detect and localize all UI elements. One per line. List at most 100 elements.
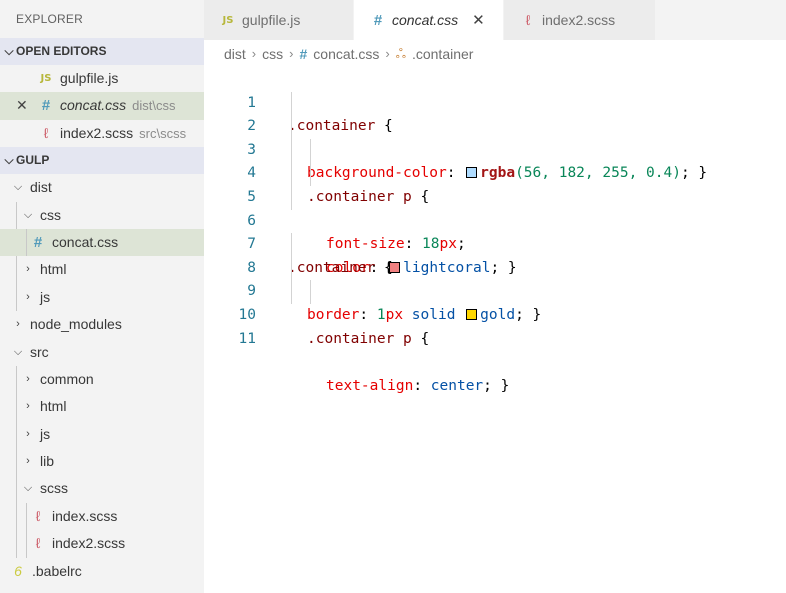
open-editor-name: gulpfile.js (60, 70, 119, 86)
chevron-down-icon: ⌵ (13, 181, 23, 194)
code-line: 11 (204, 304, 786, 347)
open-editor-path: src\scss (139, 125, 187, 141)
tree-label: common (40, 370, 94, 387)
line-number: 11 (238, 330, 256, 347)
tab-concat[interactable]: # concat.css ✕ (354, 0, 504, 40)
chevron-right-icon: › (26, 427, 30, 440)
scss-file-icon: ℓ (525, 12, 531, 28)
tree-label: js (40, 425, 51, 442)
indent-guide (16, 201, 17, 229)
tree-label: node_modules (30, 316, 122, 333)
breadcrumb-item[interactable]: dist (224, 40, 246, 68)
babel-file-icon: 6 (14, 562, 22, 579)
tree-file-babelrc[interactable]: 6 .babelrc (0, 558, 204, 585)
chevron-right-icon: › (26, 372, 30, 385)
tree-folder-dist[interactable]: ⌵ dist (0, 174, 204, 201)
code-line: 9 .container p { (204, 256, 786, 347)
open-editor-path: dist\css (132, 98, 176, 114)
css-file-icon: # (33, 233, 43, 251)
tab-label: concat.css (392, 12, 459, 28)
code-line: 4 font-size: 18px; (204, 138, 786, 252)
js-file-icon: JS (222, 14, 234, 26)
code-line: 1 .container { (204, 68, 786, 135)
tree-folder-js[interactable]: › js (0, 283, 204, 312)
breadcrumb-item[interactable]: .container (412, 40, 473, 68)
value: center (430, 377, 484, 394)
tree-label: scss (40, 480, 68, 497)
tree-folder-common[interactable]: › common (0, 365, 204, 394)
tree-folder-lib[interactable]: › lib (0, 448, 204, 476)
open-editor-name: concat.css (60, 97, 127, 114)
code-line: 5 color: lightcoral; } (204, 162, 786, 276)
code-editor[interactable]: dist › css › # concat.css › ஃ .container… (204, 40, 786, 593)
tree-folder-html[interactable]: › html (0, 256, 204, 284)
chevron-down-icon: ⌵ (13, 345, 23, 358)
tab-label: index2.scss (542, 12, 616, 28)
breadcrumb: dist › css › # concat.css › ஃ .container (204, 40, 786, 68)
selector-tag: p (394, 330, 412, 347)
indent-guide (16, 475, 17, 503)
chevron-right-icon: › (385, 46, 390, 61)
indent-guide (16, 530, 17, 558)
tab-index2[interactable]: ℓ index2.scss (504, 0, 656, 40)
chevron-down-icon: ⌵ (23, 482, 33, 495)
chevron-right-icon: › (289, 46, 294, 61)
scss-file-icon: ℓ (43, 124, 49, 141)
tree-file-index2-scss[interactable]: ℓ index2.scss (0, 530, 204, 558)
open-editor-concat[interactable]: ✕ # concat.css dist\css (0, 92, 204, 120)
code-line: 3 .container p { (204, 115, 786, 205)
punctuation: : (413, 377, 431, 394)
chevron-right-icon: › (26, 400, 30, 413)
js-file-icon: JS (40, 73, 52, 84)
tree-folder-src-html[interactable]: › html (0, 393, 204, 421)
tree-label: src (30, 343, 49, 360)
indent-guide (16, 283, 17, 312)
indent-guide (16, 420, 17, 449)
chevron-right-icon: › (251, 46, 257, 61)
chevron-right-icon: › (26, 263, 30, 276)
tree-label: lib (40, 453, 55, 470)
open-editors-header[interactable]: ⌵ OPEN EDITORS (0, 38, 204, 65)
punctuation: { (411, 330, 430, 347)
open-editor-gulpfile[interactable]: JS gulpfile.js (0, 65, 204, 92)
css-file-icon: # (373, 11, 383, 29)
tree-folder-css[interactable]: ⌵ css (0, 201, 204, 229)
tree-label: html (40, 261, 67, 278)
tree-folder-scss[interactable]: ⌵ scss (0, 475, 204, 503)
tree-label: js (40, 288, 51, 305)
explorer-title: EXPLORER (16, 12, 83, 26)
breadcrumb-item[interactable]: css (262, 40, 283, 68)
tree-file-concat[interactable]: # concat.css (0, 228, 204, 257)
tab-gulpfile[interactable]: JS gulpfile.js (204, 0, 354, 40)
chevron-down-icon: ⌵ (4, 44, 14, 58)
tree-label: css (40, 206, 61, 223)
code-line: 2 background-color: rgba(56, 182, 255, 0… (204, 91, 786, 181)
indent-guide (26, 228, 27, 257)
tree-folder-src-js[interactable]: › js (0, 420, 204, 449)
project-header[interactable]: ⌵ GULP (0, 147, 204, 175)
indent-guide (26, 530, 27, 558)
project-label: GULP (16, 153, 50, 168)
css-file-icon: # (41, 97, 51, 115)
chevron-right-icon: › (26, 290, 30, 303)
tree-folder-src[interactable]: ⌵ src (0, 339, 204, 366)
indent-guide (291, 138, 292, 163)
close-icon[interactable]: ✕ (472, 11, 485, 29)
open-editor-index2[interactable]: ℓ index2.scss src\scss (0, 120, 204, 147)
indent-guide (16, 448, 17, 476)
breadcrumb-item[interactable]: concat.css (313, 40, 379, 68)
scss-file-icon: ℓ (35, 507, 41, 524)
punctuation: ; } (483, 377, 510, 394)
close-icon[interactable]: ✕ (16, 92, 28, 119)
code-area[interactable]: 1 .container { 2 background-color: rgba(… (204, 68, 786, 394)
code-line: 7 .container { (204, 210, 786, 276)
tree-label: concat.css (52, 233, 119, 250)
indent-guide (16, 256, 17, 284)
indent-guide (291, 280, 292, 304)
tree-folder-node-modules[interactable]: › node_modules (0, 311, 204, 338)
tree-file-index-scss[interactable]: ℓ index.scss (0, 502, 204, 531)
tree-label: index.scss (52, 507, 118, 524)
indent-guide (310, 138, 311, 163)
chevron-down-icon: ⌵ (23, 208, 33, 221)
scss-file-icon: ℓ (35, 535, 41, 552)
